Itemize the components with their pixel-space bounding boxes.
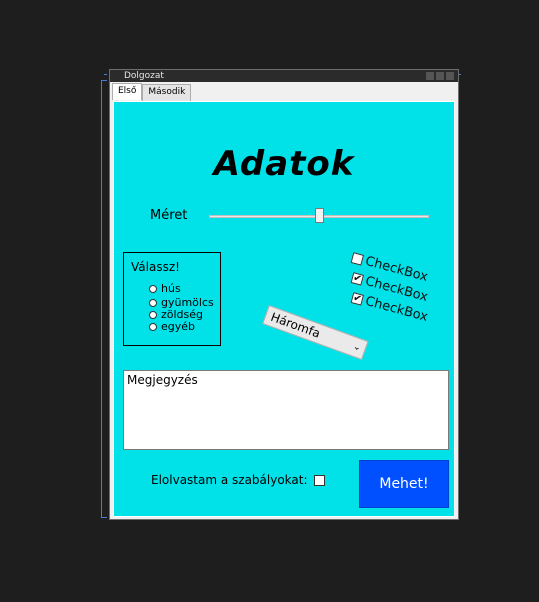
- agree-label: Elolvastam a szabályokat:: [151, 473, 308, 487]
- close-icon[interactable]: [446, 72, 454, 80]
- tab-masodik[interactable]: Második: [142, 84, 192, 101]
- tab-strip: Első Második: [112, 83, 192, 101]
- window-title: Dolgozat: [124, 71, 164, 81]
- combo-selected-value: Háromfa: [268, 309, 323, 341]
- checkbox-box-icon[interactable]: [350, 252, 365, 266]
- radio-circle-icon[interactable]: [149, 284, 157, 293]
- checkbox-checked-icon[interactable]: ✔: [350, 272, 365, 286]
- radio-circle-icon[interactable]: [149, 298, 157, 307]
- size-label: Méret: [150, 208, 188, 223]
- checkbox-checked-icon[interactable]: ✔: [350, 292, 365, 306]
- radio-group-title: Válassz!: [131, 260, 180, 274]
- selection-left-guide: [101, 80, 102, 518]
- selection-tick-top: [101, 80, 107, 81]
- notes-textarea[interactable]: Megjegyzés: [123, 370, 449, 450]
- tab-elso[interactable]: Első: [112, 83, 143, 100]
- combo-box[interactable]: Háromfa ⌄: [262, 305, 369, 361]
- radio-label: hús: [161, 282, 181, 295]
- radio-circle-icon[interactable]: [149, 322, 157, 331]
- radio-egyeb[interactable]: egyéb: [149, 320, 195, 333]
- minimize-icon[interactable]: [426, 72, 434, 80]
- maximize-icon[interactable]: [436, 72, 444, 80]
- radio-circle-icon[interactable]: [149, 310, 157, 319]
- window-titlebar[interactable]: Dolgozat: [110, 70, 458, 82]
- size-slider[interactable]: [209, 208, 429, 224]
- chevron-down-icon[interactable]: ⌄: [350, 338, 363, 357]
- radio-label: egyéb: [161, 320, 196, 333]
- radio-group: Válassz! hús gyümölcs zöldség egyéb: [123, 252, 221, 346]
- radio-hus[interactable]: hús: [149, 282, 181, 295]
- window-controls: [426, 72, 454, 80]
- submit-button[interactable]: Mehet!: [359, 460, 449, 508]
- tab-content: Adatok Méret Válassz! hús gyümölcs zölds…: [113, 101, 455, 517]
- agree-row: Elolvastam a szabályokat:: [151, 473, 325, 487]
- slider-thumb[interactable]: [314, 208, 324, 223]
- page-title: Adatok: [213, 144, 355, 184]
- designer-window: Dolgozat Első Második Adatok Méret Válas…: [109, 69, 459, 520]
- selection-tick-bottom: [101, 517, 107, 518]
- agree-checkbox[interactable]: [313, 474, 325, 486]
